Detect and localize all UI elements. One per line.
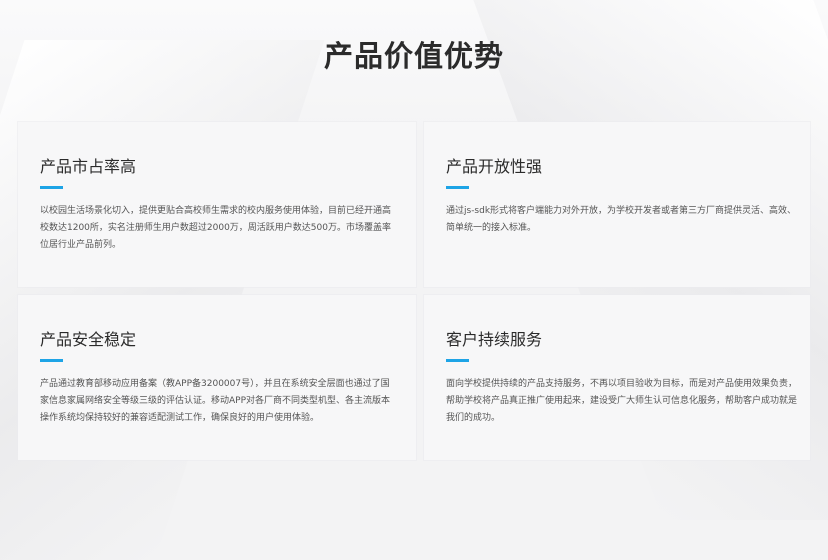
card-description: 以校园生活场景化切入，提供更贴合高校师生需求的校内服务使用体验，目前已经开通高校…: [40, 206, 392, 250]
card-description: 通过js-sdk形式将客户端能力对外开放，为学校开发者或者第三方厂商提供灵活、高…: [446, 206, 797, 233]
card-title: 产品市占率高: [40, 157, 137, 176]
card-title: 产品开放性强: [446, 157, 543, 176]
card-description: 产品通过教育部移动应用备案（教APP备3200007号），并且在系统安全层面也通…: [40, 379, 391, 423]
card-accent-bar: [446, 359, 469, 362]
card-market-share: 产品市占率高 以校园生活场景化切入，提供更贴合高校师生需求的校内服务使用体验，目…: [18, 122, 416, 287]
card-accent-bar: [40, 186, 63, 189]
card-security: 产品安全稳定 产品通过教育部移动应用备案（教APP备3200007号），并且在系…: [18, 295, 416, 460]
card-openness: 产品开放性强 通过js-sdk形式将客户端能力对外开放，为学校开发者或者第三方厂…: [424, 122, 810, 287]
card-accent-bar: [40, 359, 63, 362]
card-customer-service: 客户持续服务 面向学校提供持续的产品支持服务，不再以项目验收为目标，而是对产品使…: [424, 295, 810, 460]
card-description: 面向学校提供持续的产品支持服务，不再以项目验收为目标，而是对产品使用效果负责，帮…: [446, 379, 798, 423]
card-title: 产品安全稳定: [40, 330, 137, 349]
card-title: 客户持续服务: [446, 330, 543, 349]
page-title: 产品价值优势: [323, 39, 504, 73]
card-accent-bar: [446, 186, 469, 189]
